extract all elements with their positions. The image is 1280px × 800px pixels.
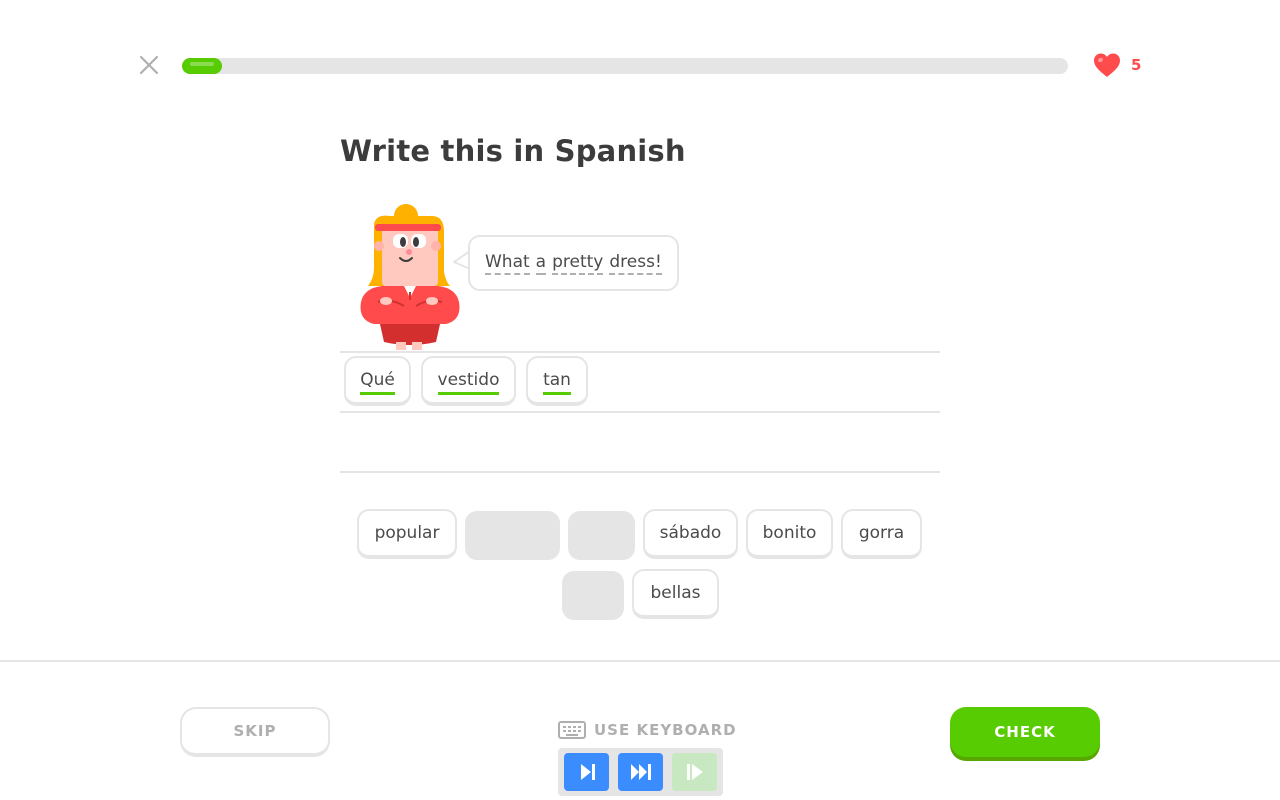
close-button[interactable] xyxy=(136,52,162,78)
speech-bubble: What a pretty dress! xyxy=(468,235,679,291)
word-bank-tile[interactable]: popular xyxy=(357,509,457,559)
answer-area: Qué vestido tan xyxy=(344,356,588,406)
keyboard-icon xyxy=(558,721,586,739)
prompt-word[interactable]: What xyxy=(485,252,530,275)
prompt-sentence: What a pretty dress! xyxy=(485,252,662,275)
word-bank-row: popular sábado bonito gorra xyxy=(357,509,922,560)
play-button[interactable] xyxy=(672,753,717,791)
use-keyboard-toggle[interactable]: USE KEYBOARD xyxy=(558,718,737,742)
skip-button[interactable]: SKIP xyxy=(180,707,330,757)
answer-tile-label: tan xyxy=(543,370,571,395)
answer-tile[interactable]: Qué xyxy=(344,356,411,406)
answer-line-middle xyxy=(340,411,940,413)
answer-line-bottom xyxy=(340,471,940,473)
character-illustration xyxy=(360,204,460,350)
answer-tile-label: Qué xyxy=(360,370,395,395)
hearts-count: 5 xyxy=(1131,56,1142,74)
word-bank-tile[interactable]: bonito xyxy=(746,509,833,559)
answer-line-top xyxy=(340,351,940,353)
media-controls xyxy=(558,748,723,796)
word-bank-tile[interactable]: gorra xyxy=(841,509,922,559)
close-icon xyxy=(139,55,159,75)
word-bank-empty-slot xyxy=(562,571,624,620)
word-bank-row: bellas xyxy=(562,569,719,620)
word-bank-empty-slot xyxy=(465,511,560,560)
word-bank-empty-slot xyxy=(568,511,635,560)
progress-fill xyxy=(182,58,222,74)
word-bank-tile[interactable]: bellas xyxy=(632,569,719,619)
word-bank-tile[interactable]: sábado xyxy=(643,509,738,559)
step-forward-button[interactable] xyxy=(564,753,609,791)
page-title: Write this in Spanish xyxy=(340,134,686,168)
prompt-word[interactable]: a xyxy=(535,252,547,275)
play-icon xyxy=(686,764,703,780)
step-forward-icon xyxy=(580,764,595,780)
answer-tile[interactable]: vestido xyxy=(421,356,516,406)
progress-bar xyxy=(182,58,1068,74)
footer-divider xyxy=(0,660,1280,662)
prompt-word[interactable]: pretty xyxy=(552,252,604,275)
fast-forward-button[interactable] xyxy=(618,753,663,791)
heart-icon xyxy=(1094,53,1120,77)
check-button[interactable]: CHECK xyxy=(950,707,1100,757)
answer-tile[interactable]: tan xyxy=(526,356,588,406)
answer-tile-label: vestido xyxy=(437,370,500,395)
fast-forward-icon xyxy=(630,764,651,780)
hearts-counter[interactable]: 5 xyxy=(1092,52,1141,78)
use-keyboard-label: USE KEYBOARD xyxy=(594,721,737,739)
prompt-word[interactable]: dress! xyxy=(609,252,662,275)
